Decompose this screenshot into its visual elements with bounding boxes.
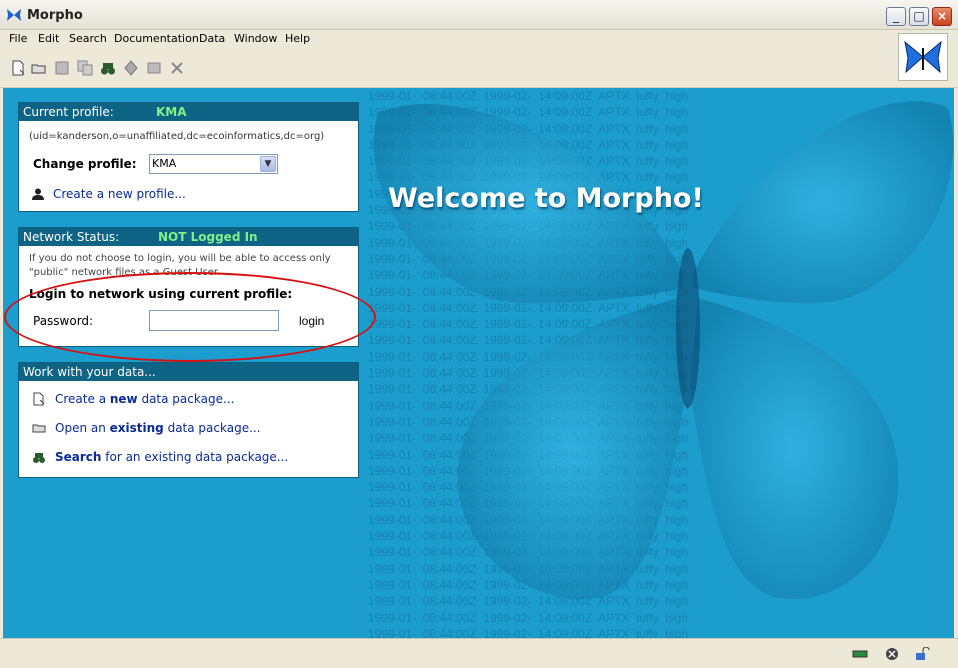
open-folder-icon[interactable] [31,60,47,76]
maximize-button[interactable]: □ [909,7,929,26]
search-data-package-link[interactable]: Search for an existing data package... [55,450,288,464]
disconnected-icon[interactable] [884,647,900,661]
toolbar [0,50,958,88]
copy-icon[interactable] [77,60,93,76]
profile-uid: (uid=kanderson,o=unaffiliated,dc=ecoinfo… [29,131,325,142]
synchronize-icon[interactable] [123,60,139,76]
create-profile-link[interactable]: Create a new profile... [53,187,186,201]
menu-documentation[interactable]: Documentation [114,32,199,45]
save-icon[interactable] [54,60,70,76]
menu-file[interactable]: File [9,32,27,45]
work-with-data-label: Work with your data... [23,365,156,379]
network-status-value: NOT Logged In [158,230,258,244]
data-panel-header: Work with your data... [19,363,358,381]
close-button[interactable]: × [932,7,952,26]
menu-bar: File Edit Search Documentation Data Wind… [0,30,958,49]
open-data-package-link[interactable]: Open an existing data package... [55,421,261,435]
profile-name: KMA [156,105,187,119]
current-profile-panel: Current profile: KMA (uid=kanderson,o=un… [18,102,359,212]
network-panel-header: Network Status: NOT Logged In [19,228,358,246]
user-profile-icon [32,188,44,200]
annotation-ellipse [4,272,376,362]
work-with-data-panel: Work with your data... Create a new data… [18,362,359,478]
menu-edit[interactable]: Edit [38,32,59,45]
minimize-button[interactable]: _ [886,7,906,26]
current-profile-label: Current profile: [23,105,114,119]
menu-search[interactable]: Search [69,32,107,45]
menu-help[interactable]: Help [285,32,310,45]
butterfly-app-icon [7,9,21,21]
profile-select-value: KMA [152,157,177,170]
open-folder-icon [32,424,46,433]
menu-window[interactable]: Window [234,32,277,45]
tools-icon[interactable] [169,60,185,76]
network-status-label: Network Status: [23,230,120,244]
menu-data[interactable]: Data [199,32,225,45]
welcome-heading: Welcome to Morpho! [388,183,704,214]
window-title: Morpho [27,8,83,23]
binoculars-search-icon [33,453,45,463]
create-data-package-link[interactable]: Create a new data package... [55,392,234,406]
status-bar [0,638,958,668]
change-profile-label: Change profile: [33,157,137,171]
unlock-icon[interactable] [914,647,930,661]
profile-panel-header: Current profile: KMA [19,103,358,121]
morpho-logo [898,33,948,81]
profile-select[interactable]: KMA ▼ [149,154,278,174]
title-bar: Morpho _ □ × [0,0,958,30]
main-area: 1999-01- 08:44:00Z 1999-02- 14:09:00Z AP… [3,88,954,638]
binoculars-search-icon[interactable] [100,60,116,76]
chevron-down-icon[interactable]: ▼ [260,156,276,172]
network-connection-icon[interactable] [852,647,868,661]
butterfly-logo-icon [904,40,942,74]
new-document-icon [33,392,45,406]
butterfly-background-image [373,101,954,600]
new-document-icon[interactable] [10,60,26,76]
export-icon[interactable] [146,60,162,76]
